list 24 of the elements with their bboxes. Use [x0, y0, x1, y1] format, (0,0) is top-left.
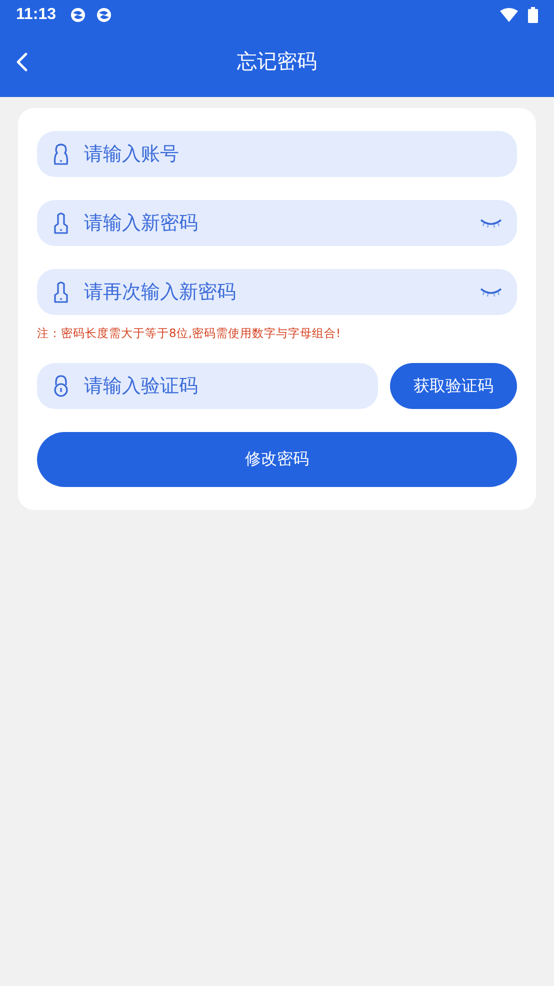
- get-code-button[interactable]: 获取验证码: [390, 363, 517, 409]
- app-icon: [96, 7, 112, 23]
- input-field[interactable]: 请输入验证码: [37, 363, 378, 409]
- input-field[interactable]: 请输入新密码: [37, 200, 517, 246]
- input-field[interactable]: 请再次输入新密码: [37, 269, 517, 315]
- padlock-icon: [52, 375, 70, 397]
- text-input[interactable]: 请再次输入新密码: [84, 281, 465, 303]
- submit-button[interactable]: 修改密码: [37, 432, 517, 487]
- app-icon: [70, 7, 86, 23]
- closed-eye-icon[interactable]: [479, 287, 503, 297]
- page-title: 忘记密码: [237, 48, 317, 75]
- person-icon: [52, 143, 70, 165]
- status-time: 11:13: [16, 6, 56, 24]
- battery-icon: [528, 7, 538, 23]
- wifi-icon: [500, 8, 518, 22]
- key-icon: [52, 281, 70, 303]
- text-input[interactable]: 请输入验证码: [84, 375, 364, 397]
- closed-eye-icon[interactable]: [479, 218, 503, 228]
- back-icon[interactable]: [16, 52, 28, 72]
- hint-text: 注：密码长度需大于等于8位,密码需使用数字与字母组合!: [37, 326, 342, 341]
- text-input[interactable]: 请输入账号: [84, 143, 503, 165]
- key-icon: [52, 212, 70, 234]
- input-field[interactable]: 请输入账号: [37, 131, 517, 177]
- text-input[interactable]: 请输入新密码: [84, 212, 465, 234]
